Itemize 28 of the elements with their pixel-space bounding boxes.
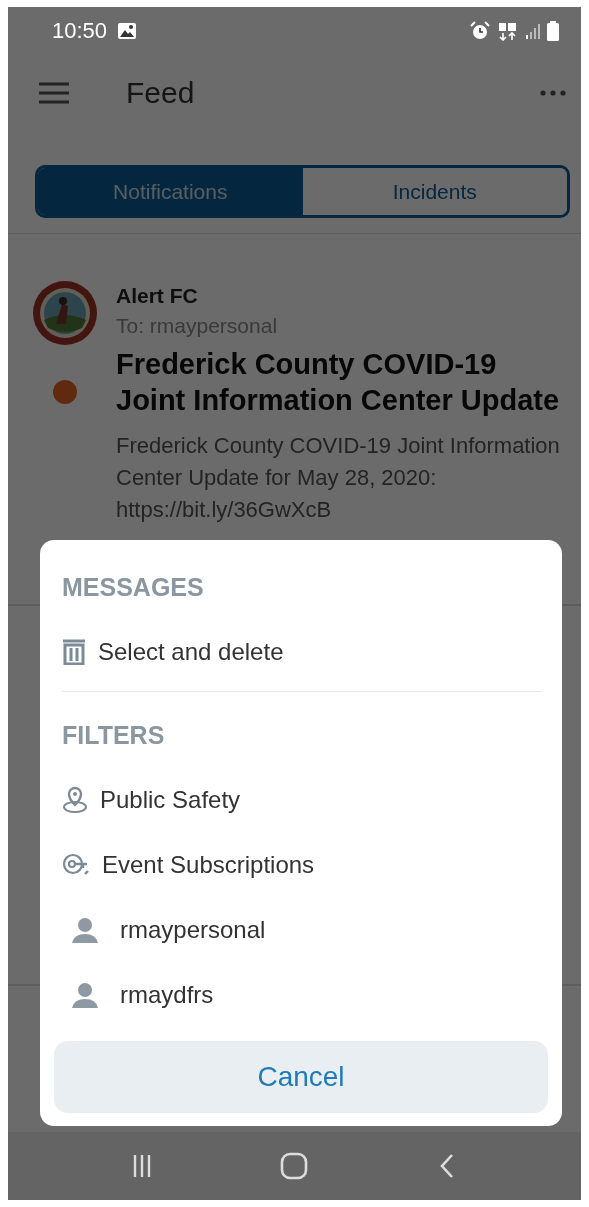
menu-item[interactable]: rmaydfrs bbox=[72, 962, 548, 1027]
cancel-button[interactable]: Cancel bbox=[54, 1041, 548, 1113]
menu-icon[interactable] bbox=[38, 82, 70, 104]
menu-item[interactable]: Public Safety bbox=[62, 767, 548, 832]
app-title: Feed bbox=[126, 76, 195, 110]
person-icon bbox=[72, 981, 98, 1008]
trash-icon bbox=[62, 638, 86, 665]
mobile-data-icon bbox=[497, 21, 519, 41]
person-icon bbox=[72, 916, 98, 943]
section-heading: MESSAGES bbox=[62, 572, 205, 602]
message-title: Frederick County COVID-19 Joint Information Center Update bbox=[116, 347, 561, 418]
seal-icon bbox=[32, 280, 98, 346]
signal-icon bbox=[525, 22, 541, 40]
sender-name: Alert FC bbox=[116, 284, 199, 308]
menu-item[interactable]: Select and delete bbox=[62, 619, 548, 684]
menu-item[interactable]: Event Subscriptions bbox=[62, 832, 548, 897]
recent-apps-icon[interactable] bbox=[132, 1153, 151, 1179]
alarm-icon bbox=[469, 21, 491, 41]
battery-icon bbox=[547, 21, 559, 41]
location-pin-icon bbox=[62, 785, 88, 814]
gallery-icon bbox=[117, 22, 138, 40]
menu-item[interactable]: rmaypersonal bbox=[72, 897, 548, 962]
key-icon bbox=[62, 852, 90, 877]
home-icon[interactable] bbox=[280, 1152, 309, 1180]
section-heading: FILTERS bbox=[62, 720, 166, 750]
status-time: 10:50 bbox=[52, 18, 108, 44]
message-body: Frederick County COVID-19 Joint Information Center Update for May 28, 2020: https://bit.ly/36GwXcB bbox=[116, 432, 561, 524]
more-options-icon[interactable] bbox=[539, 89, 567, 97]
